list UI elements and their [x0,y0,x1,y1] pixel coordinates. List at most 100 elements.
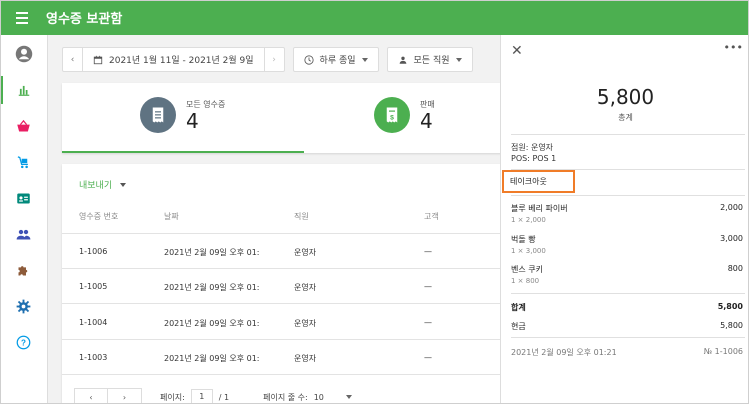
cell-employee: 운영자 [294,354,317,363]
cell-date: 2021년 2월 09일 오후 01: [164,283,260,292]
divider [511,195,745,196]
svg-text:?: ? [21,338,26,347]
cart-icon [17,155,28,168]
account-circle-icon [15,45,32,63]
dining-option-label: 테이크아웃 [510,177,547,186]
chevron-down-icon [455,57,462,62]
pos-label: POS: POS 1 [511,154,557,163]
receipt-number: № 1-1006 [703,347,743,356]
payment-method-label: 현금 [511,322,526,331]
line-item-price: 2,000 [720,203,743,212]
calendar-icon [93,55,103,64]
receipt-detail-panel: ✕ ••• 5,800 총계 점원: 운영자 POS: POS 1 블루 베리 … [500,35,749,404]
prev-page-button[interactable]: ‹ [74,388,108,404]
cell-date: 2021년 2월 09일 오후 01: [164,248,260,257]
sidebar-item-help[interactable]: ? [0,324,47,360]
cell-customer: — [424,282,432,291]
payment-amount: 5,800 [720,321,743,330]
line-item-name: 벅돌 빵 [511,235,536,244]
pagination: ‹ › 페이지: 1 / 1 페이지 줄 수: 10 [74,388,352,404]
cell-employee: 운영자 [294,319,317,328]
receipt-datetime: 2021년 2월 09일 오후 01:21 [511,348,617,357]
cell-customer: — [424,318,432,327]
dining-option-highlight: 테이크아웃 [502,170,575,193]
divider [62,268,500,269]
svg-text:$: $ [390,115,394,122]
puzzle-icon [18,265,28,275]
sales-receipt-icon: $ [374,97,410,133]
date-range-label: 2021년 1월 11일 - 2021년 2월 9일 [109,56,254,66]
line-item-name: 벤스 쿠키 [511,265,543,274]
line-item-qty: 1 × 800 [511,277,540,285]
prev-range-button[interactable]: ‹ [63,48,83,71]
cell-customer: — [424,353,432,362]
column-header-receipt-no[interactable]: 영수증 번호 [79,211,118,222]
main-content: ‹ 2021년 1월 11일 - 2021년 2월 9일 › 하루 종일 모든 … [48,35,500,404]
page-input[interactable]: 1 [190,389,213,404]
divider [511,134,745,135]
line-item-price: 800 [727,264,743,273]
export-button[interactable]: 내보내기 [79,178,127,191]
stat-sales[interactable]: $ 판매 4 [374,97,435,133]
receipt-icon [140,97,176,133]
column-header-date[interactable]: 날짜 [164,211,179,222]
employee-filter[interactable]: 모든 직원 [386,47,473,72]
cell-date: 2021년 2월 09일 오후 01: [164,319,260,328]
menu-icon[interactable] [16,11,36,24]
date-range-filter: ‹ 2021년 1월 11일 - 2021년 2월 9일 › [62,47,285,72]
chevron-down-icon [361,57,368,62]
cell-employee: 운영자 [294,283,317,292]
sidebar-item-customers[interactable] [0,216,47,252]
line-item-qty: 1 × 3,000 [511,247,546,255]
cell-customer: — [424,247,432,256]
sidebar-item-sales[interactable] [0,108,47,144]
divider [62,303,500,304]
time-filter-label: 하루 종일 [319,56,356,66]
gear-icon [16,299,31,313]
receipt-total: 5,800 [596,85,655,109]
sidebar-item-items[interactable] [0,144,47,180]
column-header-customer[interactable]: 고객 [424,211,439,222]
people-icon [16,229,31,239]
column-header-employee[interactable]: 직원 [294,211,309,222]
date-range-picker[interactable]: 2021년 1월 11일 - 2021년 2월 9일 [83,53,264,66]
cell-date: 2021년 2월 09일 오후 01: [164,354,260,363]
help-icon: ? [16,335,31,349]
sidebar-item-reports[interactable] [0,72,47,108]
sum-value: 5,800 [717,302,743,311]
cashier-label: 점원: 운영자 [511,143,554,152]
sidebar: ? [0,35,48,404]
chevron-down-icon [120,182,127,187]
basket-icon [17,119,30,131]
sidebar-item-integrations[interactable] [0,252,47,288]
next-range-button[interactable]: › [263,48,284,71]
employee-filter-label: 모든 직원 [413,56,450,66]
summary-card: 모든 영수증 4 $ 판매 4 [62,83,500,153]
stat-all-receipts-label: 모든 영수증 [186,99,226,109]
more-options-icon[interactable]: ••• [724,41,743,54]
close-icon[interactable]: ✕ [511,43,523,59]
id-card-icon [17,193,30,203]
clock-icon [303,54,314,65]
sidebar-item-settings[interactable] [0,288,47,324]
cell-employee: 운영자 [294,248,317,257]
stat-all-receipts[interactable]: 모든 영수증 4 [140,97,225,133]
stat-all-receipts-value: 4 [186,108,199,133]
time-filter[interactable]: 하루 종일 [292,47,379,72]
active-stat-indicator [62,151,304,153]
sidebar-item-account[interactable] [0,36,47,72]
stat-sales-label: 판매 [420,99,435,109]
page-label: 페이지: [160,392,185,402]
rows-per-page-label: 페이지 줄 수: [263,392,308,402]
next-page-button[interactable]: › [108,388,142,404]
cell-receipt-no: 1-1004 [79,318,108,327]
receipt-total-label: 총계 [618,113,633,122]
export-label: 내보내기 [79,181,113,191]
rows-per-page-select[interactable]: 10 [314,393,324,402]
sum-label: 합계 [511,303,526,312]
sidebar-item-employees[interactable] [0,180,47,216]
chevron-down-icon[interactable] [345,395,352,399]
page-total: / 1 [218,392,230,402]
page-title: 영수증 보관함 [46,12,123,27]
divider [511,337,745,338]
